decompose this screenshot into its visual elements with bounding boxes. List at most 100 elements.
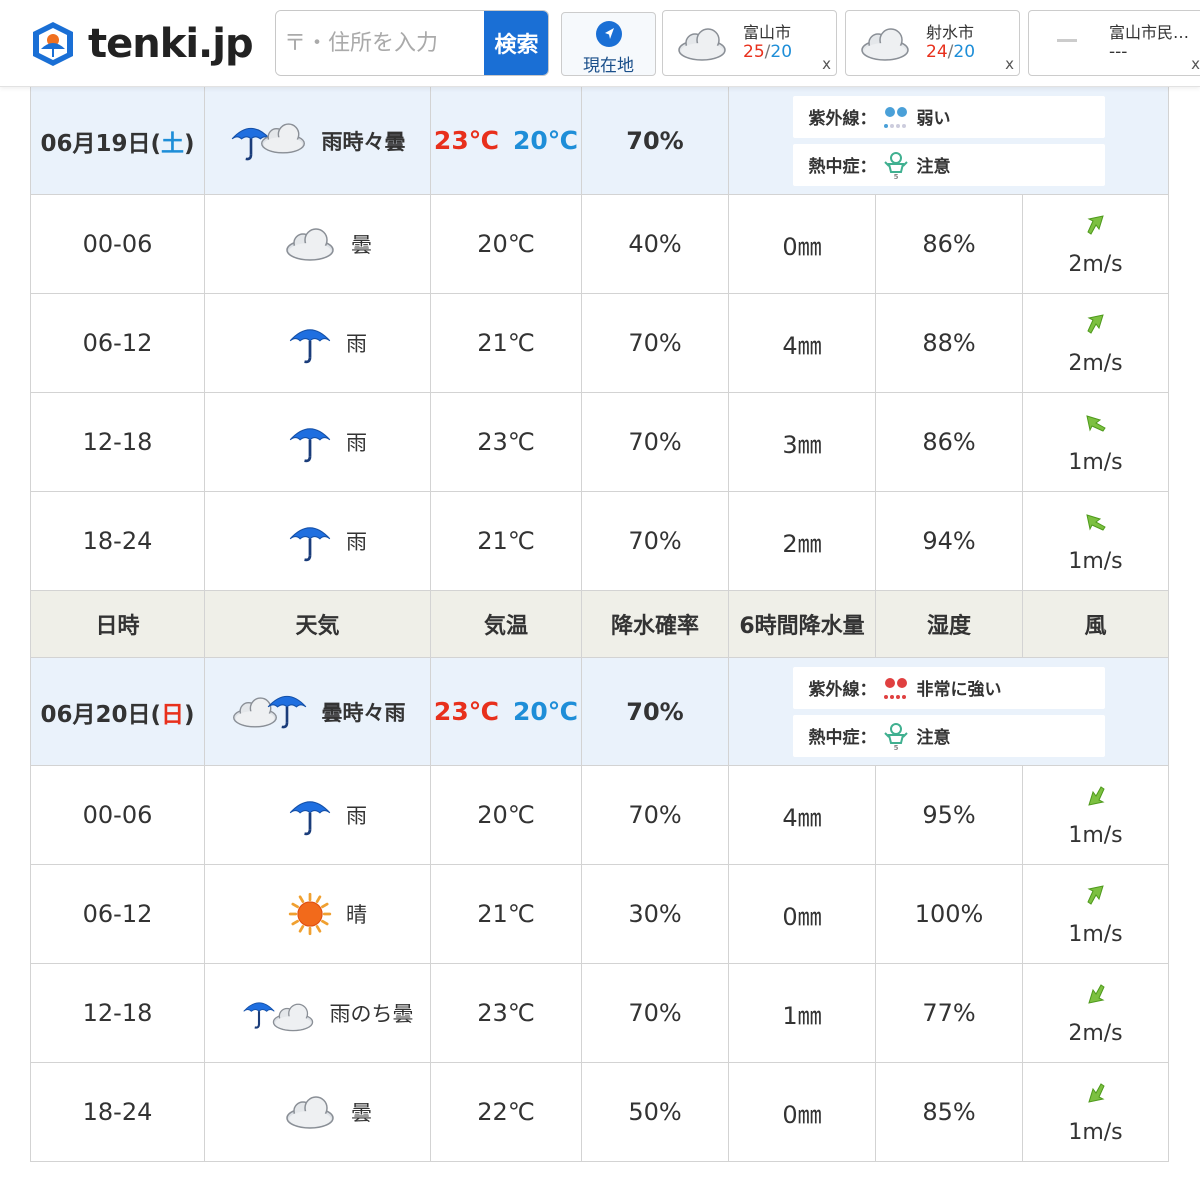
heatstroke-index[interactable]: 熱中症： 5 注意 xyxy=(792,143,1105,186)
history-card[interactable]: 富山市 25/20 x xyxy=(662,10,837,76)
tenki-logo-icon xyxy=(33,22,73,66)
hour-precip: 0㎜ xyxy=(728,1062,876,1162)
hour-weather-text: 雨 xyxy=(346,804,367,828)
history-city: 射水市 xyxy=(926,23,975,42)
current-location-button[interactable]: 現在地 xyxy=(561,12,656,76)
column-header: 日時 xyxy=(30,590,205,658)
hour-temp: 22℃ xyxy=(430,1062,582,1162)
wind-direction-icon xyxy=(1087,983,1105,1004)
hour-wind: 1m/s xyxy=(1022,392,1169,492)
hourly-forecast-table: 06月19日(土) 雨時々曇 23℃ 20℃ 70% 紫外線： 弱い 熱中症： 5 注意… xyxy=(30,86,1169,1162)
history-card[interactable]: 富山市民… --- x xyxy=(1028,10,1200,76)
uv-index[interactable]: 紫外線： 非常に強い xyxy=(792,666,1105,709)
day-indices: 紫外線： 弱い 熱中症： 5 注意 xyxy=(728,86,1169,195)
hour-weather-text: 曇 xyxy=(351,233,372,257)
wind-direction-icon xyxy=(1085,414,1106,432)
weekday: 日 xyxy=(161,701,184,728)
history-close-button[interactable]: x xyxy=(1005,55,1014,73)
hour-temp: 21℃ xyxy=(430,293,582,393)
hour-temp: 20℃ xyxy=(430,194,582,294)
hour-wind: 1m/s xyxy=(1022,864,1169,964)
high-temp: 23℃ xyxy=(433,126,499,155)
wind-direction-icon xyxy=(1086,884,1104,905)
day-weather: 曇時々雨 xyxy=(204,657,431,766)
time-range: 00-06 xyxy=(30,765,205,865)
time-range: 12-18 xyxy=(30,963,205,1063)
wind-direction-icon xyxy=(1086,313,1104,334)
day-indices: 紫外線： 非常に強い 熱中症： 5 注意 xyxy=(728,657,1169,766)
svg-text:5: 5 xyxy=(893,173,898,180)
hour-wind: 2m/s xyxy=(1022,194,1169,294)
hour-precip: 0㎜ xyxy=(728,864,876,964)
hour-pop: 70% xyxy=(581,491,729,591)
history-temps: --- xyxy=(1109,42,1128,62)
top-bar: tenki.jp 検索 現在地 富山市 25/20 x 射水市 24/20 x xyxy=(0,0,1200,87)
day-weather: 雨時々曇 xyxy=(204,86,431,195)
day-weather-text: 雨時々曇 xyxy=(321,129,406,154)
hour-temp: 20℃ xyxy=(430,765,582,865)
history-close-button[interactable]: x xyxy=(1191,55,1200,73)
wind-direction-icon xyxy=(1086,214,1104,235)
hour-weather-text: 雨 xyxy=(346,431,367,455)
time-range: 12-18 xyxy=(30,392,205,492)
time-range: 00-06 xyxy=(30,194,205,294)
high-temp: 23℃ xyxy=(433,697,499,726)
hour-pop: 70% xyxy=(581,765,729,865)
column-header: 天気 xyxy=(204,590,431,658)
hour-row: 12-18 雨 23℃ 70% 3㎜ 86% 1m/s xyxy=(30,392,1169,492)
column-header: 風 xyxy=(1022,590,1169,658)
rain-then-cloud-icon xyxy=(242,988,316,1039)
hour-weather: 雨のち曇 xyxy=(204,963,431,1063)
hour-weather: 雨 xyxy=(204,765,431,865)
wind-speed: 1m/s xyxy=(1068,822,1123,848)
cloud-icon xyxy=(283,224,337,264)
history-close-button[interactable]: x xyxy=(822,55,831,73)
hour-temp: 23℃ xyxy=(430,392,582,492)
address-search: 検索 xyxy=(275,10,549,76)
time-range: 18-24 xyxy=(30,1062,205,1162)
hour-weather: 曇 xyxy=(204,1062,431,1162)
cloud-icon xyxy=(678,28,726,61)
svg-text:5: 5 xyxy=(893,744,898,751)
wind-speed: 1m/s xyxy=(1068,1119,1123,1145)
hour-row: 00-06 曇 20℃ 40% 0㎜ 86% 2m/s xyxy=(30,194,1169,294)
time-range: 06-12 xyxy=(30,864,205,964)
dash-icon xyxy=(1057,39,1077,42)
hour-precip: 1㎜ xyxy=(728,963,876,1063)
address-search-input[interactable] xyxy=(276,11,484,75)
hour-humidity: 77% xyxy=(875,963,1023,1063)
hour-weather-text: 雨のち曇 xyxy=(329,1002,414,1026)
hour-weather: 晴 xyxy=(204,864,431,964)
hour-humidity: 88% xyxy=(875,293,1023,393)
cloud-icon xyxy=(861,28,909,61)
hour-humidity: 86% xyxy=(875,392,1023,492)
hour-pop: 30% xyxy=(581,864,729,964)
heatstroke-icon: 5 xyxy=(883,151,908,180)
day-pop: 70% xyxy=(581,657,729,766)
search-button[interactable]: 検索 xyxy=(484,11,548,75)
heatstroke-index[interactable]: 熱中症： 5 注意 xyxy=(792,714,1105,757)
heatstroke-icon: 5 xyxy=(883,722,908,751)
hour-weather: 雨 xyxy=(204,392,431,492)
heatstroke-level: 注意 xyxy=(916,157,951,177)
day-temps: 23℃ 20℃ xyxy=(430,86,582,195)
low-temp: 20℃ xyxy=(513,126,579,155)
heatstroke-level: 注意 xyxy=(916,728,951,748)
hour-humidity: 100% xyxy=(875,864,1023,964)
hour-pop: 70% xyxy=(581,293,729,393)
day-summary-row: 06月20日(日) 曇時々雨 23℃ 20℃ 70% 紫外線： 非常に強い 熱中症：… xyxy=(30,657,1169,766)
history-temps: 25/20 xyxy=(743,42,793,62)
uv-index[interactable]: 紫外線： 弱い xyxy=(792,95,1105,138)
current-location-label: 現在地 xyxy=(583,56,634,76)
time-range: 18-24 xyxy=(30,491,205,591)
site-logo[interactable]: tenki.jp xyxy=(28,16,254,72)
hour-humidity: 85% xyxy=(875,1062,1023,1162)
history-card[interactable]: 射水市 24/20 x xyxy=(845,10,1020,76)
hour-weather-text: 曇 xyxy=(351,1101,372,1125)
hour-weather-text: 晴 xyxy=(346,903,367,927)
hour-pop: 70% xyxy=(581,392,729,492)
hour-humidity: 94% xyxy=(875,491,1023,591)
wind-speed: 2m/s xyxy=(1068,251,1123,277)
umbrella-icon xyxy=(288,519,332,563)
hour-precip: 2㎜ xyxy=(728,491,876,591)
